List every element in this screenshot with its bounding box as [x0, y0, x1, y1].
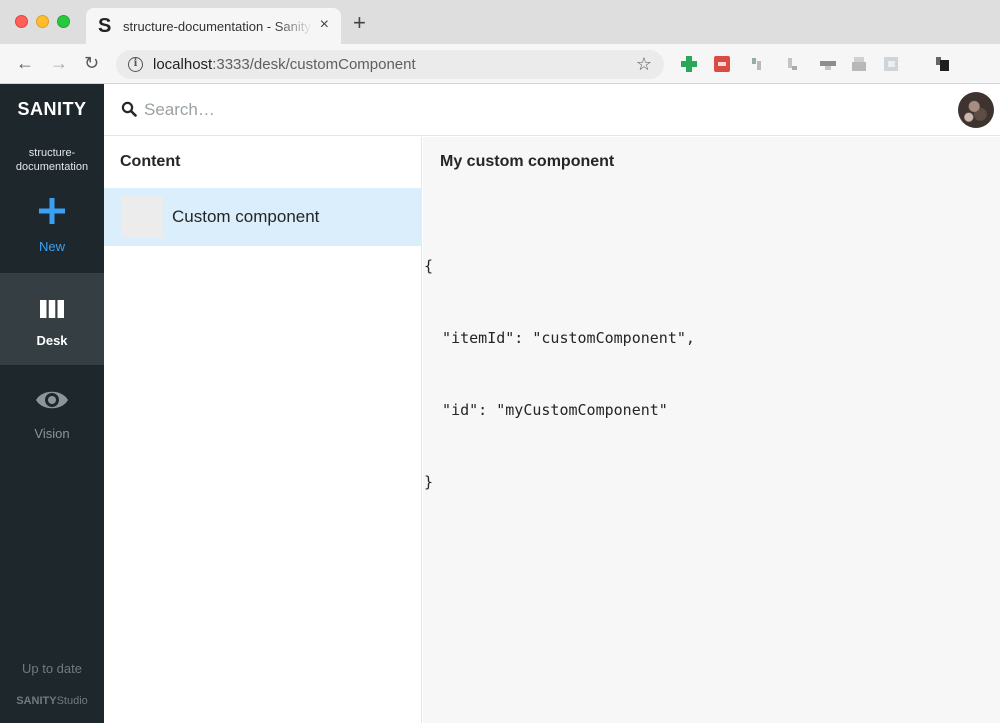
- sidebar-item-new[interactable]: New: [0, 182, 104, 274]
- minimize-window-button[interactable]: [36, 15, 49, 28]
- sidebar-item-vision[interactable]: Vision: [0, 365, 104, 457]
- tab-close-icon[interactable]: ×: [320, 16, 329, 34]
- forward-arrow-icon[interactable]: →: [50, 52, 68, 74]
- json-line: "itemId": "customComponent",: [424, 329, 695, 347]
- json-output: { "itemId": "customComponent", "id": "my…: [424, 206, 695, 542]
- document-thumbnail: [121, 196, 163, 238]
- user-avatar[interactable]: [958, 92, 994, 128]
- custom-component-pane: My custom component { "itemId": "customC…: [423, 137, 1000, 723]
- json-line: "id": "myCustomComponent": [424, 401, 668, 419]
- sanity-favicon-icon: S: [98, 15, 112, 37]
- site-info-icon[interactable]: i: [128, 57, 143, 72]
- tab-title: structure-documentation - Sanity: [123, 19, 311, 34]
- sidebar-item-desk[interactable]: Desk: [0, 273, 104, 365]
- extension-8-icon[interactable]: [934, 56, 950, 72]
- bookmark-star-icon[interactable]: ☆: [636, 54, 652, 75]
- project-name-line-1: structure-: [28, 147, 76, 159]
- sanity-logo[interactable]: SANITY: [0, 99, 104, 120]
- update-status[interactable]: Up to date: [0, 661, 104, 676]
- extension-5-icon[interactable]: [820, 56, 836, 72]
- sidebar-item-label: Vision: [34, 426, 70, 441]
- list-item-custom-component[interactable]: Custom component: [104, 188, 422, 246]
- browser-tab-active[interactable]: S structure-documentation - Sanity ×: [86, 8, 341, 44]
- url-text[interactable]: localhost:3333/desk/customComponent: [153, 56, 416, 73]
- studio-brand-bold: SANITY: [16, 695, 57, 707]
- json-line: }: [424, 473, 434, 491]
- extension-2-icon[interactable]: [714, 56, 730, 72]
- json-line: {: [424, 257, 434, 275]
- extension-4-icon[interactable]: [785, 56, 801, 72]
- project-name: structure- documentation: [0, 146, 104, 174]
- search-input[interactable]: [144, 97, 644, 123]
- extension-3-icon[interactable]: [750, 56, 766, 72]
- studio-brand-suffix: Studio: [56, 695, 88, 707]
- plus-icon: [0, 196, 104, 226]
- zoom-window-button[interactable]: [57, 15, 70, 28]
- sidebar-item-label: Desk: [36, 333, 68, 348]
- address-bar[interactable]: i localhost:3333/desk/customComponent ☆: [116, 50, 664, 79]
- custom-component-title: My custom component: [440, 153, 615, 170]
- extension-7-icon[interactable]: [883, 56, 899, 72]
- search-icon: [121, 101, 137, 117]
- studio-sidebar: SANITY structure- documentation New Desk…: [0, 84, 104, 723]
- browser-titlebar: S structure-documentation - Sanity × +: [0, 0, 1000, 44]
- url-path: :3333/desk/customComponent: [212, 56, 416, 73]
- project-name-line-2: documentation: [15, 161, 89, 173]
- extension-6-icon[interactable]: [851, 56, 867, 72]
- close-window-button[interactable]: [15, 15, 28, 28]
- eye-icon: [0, 387, 104, 413]
- extension-1-icon[interactable]: [681, 56, 697, 72]
- back-arrow-icon[interactable]: ←: [16, 52, 34, 74]
- list-item-label: Custom component: [172, 207, 320, 226]
- content-pane: Content Custom component: [104, 137, 422, 723]
- reload-icon[interactable]: ↻: [84, 52, 99, 74]
- browser-toolbar: ← → ↻ i localhost:3333/desk/customCompon…: [0, 44, 1000, 84]
- url-host: localhost: [153, 56, 213, 73]
- sanity-studio-brand: SANITYStudio: [0, 695, 104, 707]
- new-tab-button[interactable]: +: [353, 12, 366, 34]
- studio-search-bar: [104, 84, 1000, 136]
- columns-icon: [0, 300, 104, 318]
- sidebar-item-label: New: [38, 239, 65, 254]
- content-pane-title: Content: [120, 153, 181, 170]
